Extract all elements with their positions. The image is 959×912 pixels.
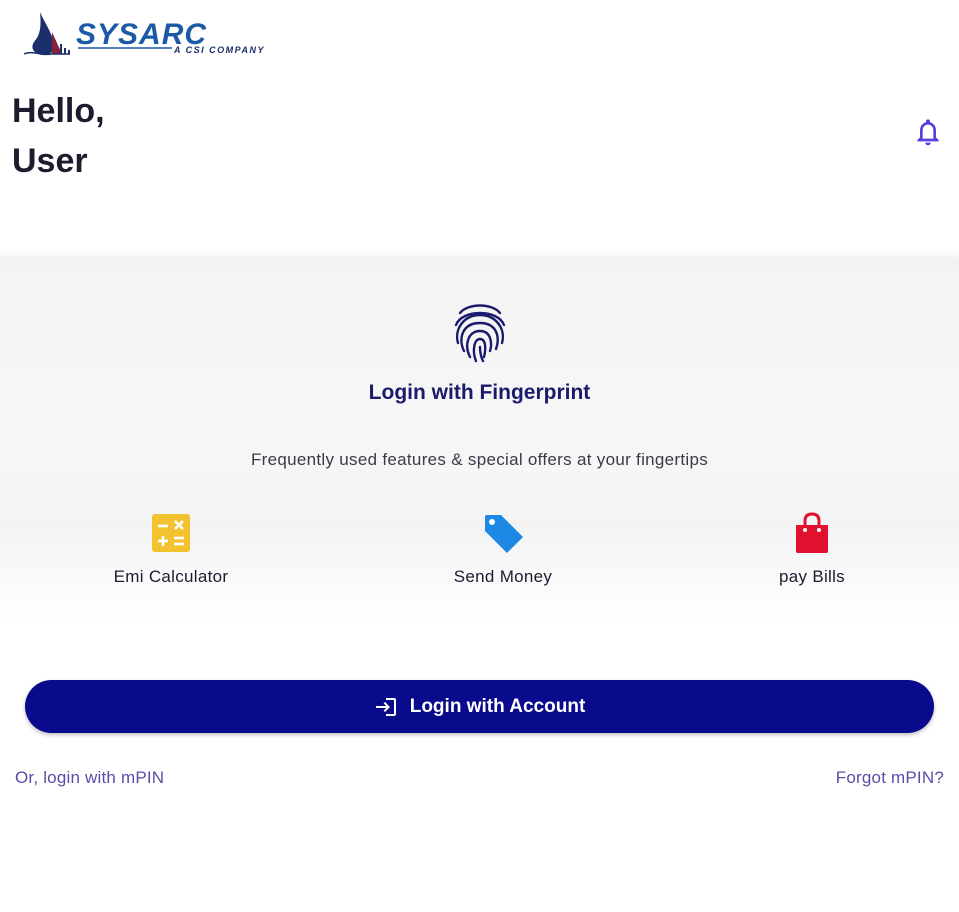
calculator-icon (152, 514, 190, 552)
login-icon (375, 697, 396, 716)
login-with-account-button[interactable]: Login with Account (25, 680, 934, 733)
shopping-bag-icon (796, 512, 828, 553)
emi-calculator-label: Emi Calculator (113, 567, 229, 586)
quick-access-subtitle: Frequently used features & special offer… (250, 450, 709, 469)
fingerprint-icon (454, 304, 506, 363)
send-money-label: Send Money (453, 567, 553, 586)
login-with-account-label: Login with Account (409, 695, 586, 717)
pay-bills-button[interactable]: pay Bills (712, 511, 912, 587)
fingerprint-login-button[interactable] (450, 299, 510, 363)
notifications-button[interactable] (912, 116, 944, 148)
pay-bills-label: pay Bills (778, 567, 845, 586)
svg-text:A CSI COMPANY: A CSI COMPANY (173, 45, 265, 55)
login-screen: SYSARC A CSI COMPANY Hello, User Login w… (0, 0, 959, 912)
quick-access-panel: Login with Fingerprint Frequently used f… (0, 257, 959, 617)
send-money-button[interactable]: Send Money (403, 511, 603, 587)
login-with-mpin-link[interactable]: Or, login with mPIN (15, 768, 164, 788)
greeting-username: User (12, 142, 88, 180)
bell-icon (917, 119, 939, 146)
forgot-mpin-link[interactable]: Forgot mPIN? (836, 768, 944, 788)
greeting: Hello, User (12, 86, 105, 186)
greeting-hello: Hello, (12, 92, 105, 130)
sysarc-logo: SYSARC A CSI COMPANY (22, 10, 272, 60)
tag-icon (485, 515, 523, 553)
fingerprint-login-label[interactable]: Login with Fingerprint (0, 381, 959, 405)
emi-calculator-button[interactable]: Emi Calculator (71, 511, 271, 587)
